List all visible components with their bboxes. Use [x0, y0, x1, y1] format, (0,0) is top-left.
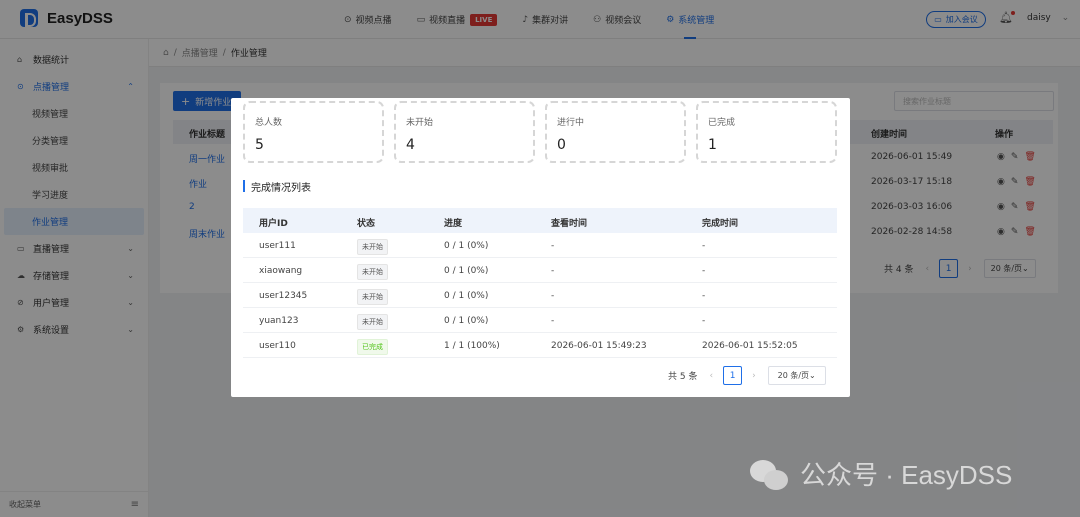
- done-time: -: [702, 266, 706, 276]
- view-time: -: [551, 291, 555, 301]
- user-id: user110: [259, 341, 296, 351]
- completion-dialog: 总人数 5 未开始 4 进行中 0 已完成 1 完成情况列表 用户ID 状态 进…: [231, 98, 850, 397]
- column-status: 状态: [357, 219, 376, 229]
- page-size-select[interactable]: 20 条/页 ⌄: [767, 366, 826, 385]
- stat-value: 0: [557, 137, 566, 153]
- column-view-time: 查看时间: [551, 219, 588, 229]
- done-time: -: [702, 241, 706, 251]
- column-progress: 进度: [444, 219, 463, 229]
- next-page-icon[interactable]: ›: [752, 371, 756, 381]
- column-done-time: 完成时间: [702, 219, 739, 229]
- stat-completed: 已完成 1: [696, 101, 837, 163]
- stat-value: 5: [255, 137, 264, 153]
- page-number[interactable]: 1: [723, 366, 743, 385]
- stat-label: 进行中: [557, 118, 585, 128]
- done-time: -: [702, 316, 706, 326]
- stat-label: 未开始: [406, 118, 434, 128]
- section-title: 完成情况列表: [243, 180, 311, 194]
- prev-page-icon[interactable]: ‹: [709, 371, 713, 381]
- table-row: [243, 233, 837, 258]
- view-time: -: [551, 316, 555, 326]
- done-time: -: [702, 291, 706, 301]
- status-badge: 未开始: [357, 264, 388, 280]
- view-time: -: [551, 266, 555, 276]
- column-user: 用户ID: [259, 219, 288, 229]
- table-header: [243, 208, 837, 233]
- stat-not-started: 未开始 4: [394, 101, 535, 163]
- watermark-text: 公众号 · EasyDSS: [800, 460, 1013, 490]
- view-time: 2026-06-01 15:49:23: [551, 341, 647, 351]
- stat-total: 总人数 5: [243, 101, 384, 163]
- stat-label: 已完成: [708, 118, 736, 128]
- table-row: [243, 283, 837, 308]
- progress-value: 0 / 1 (0%): [444, 291, 489, 301]
- status-badge: 已完成: [357, 339, 388, 355]
- progress-value: 0 / 1 (0%): [444, 316, 489, 326]
- table-row: [243, 258, 837, 283]
- stat-label: 总人数: [255, 118, 283, 128]
- wechat-icon: [750, 456, 790, 492]
- user-id: xiaowang: [259, 266, 303, 276]
- stat-in-progress: 进行中 0: [545, 101, 686, 163]
- dialog-pagination: 共 5 条 ‹ 1 › 20 条/页 ⌄: [668, 366, 826, 385]
- progress-value: 0 / 1 (0%): [444, 241, 489, 251]
- progress-value: 0 / 1 (0%): [444, 266, 489, 276]
- user-id: user111: [259, 241, 296, 251]
- done-time: 2026-06-01 15:52:05: [702, 341, 798, 351]
- status-badge: 未开始: [357, 314, 388, 330]
- stat-value: 1: [708, 137, 717, 153]
- stat-value: 4: [406, 137, 415, 153]
- status-badge: 未开始: [357, 239, 388, 255]
- status-badge: 未开始: [357, 289, 388, 305]
- view-time: -: [551, 241, 555, 251]
- user-id: yuan123: [259, 316, 299, 326]
- table-row: [243, 308, 837, 333]
- pagination-total: 共 5 条: [668, 372, 698, 382]
- progress-value: 1 / 1 (100%): [444, 341, 500, 351]
- page-size-label: 20 条/页: [777, 371, 810, 380]
- watermark: 公众号 · EasyDSS: [750, 455, 1012, 492]
- user-id: user12345: [259, 291, 308, 301]
